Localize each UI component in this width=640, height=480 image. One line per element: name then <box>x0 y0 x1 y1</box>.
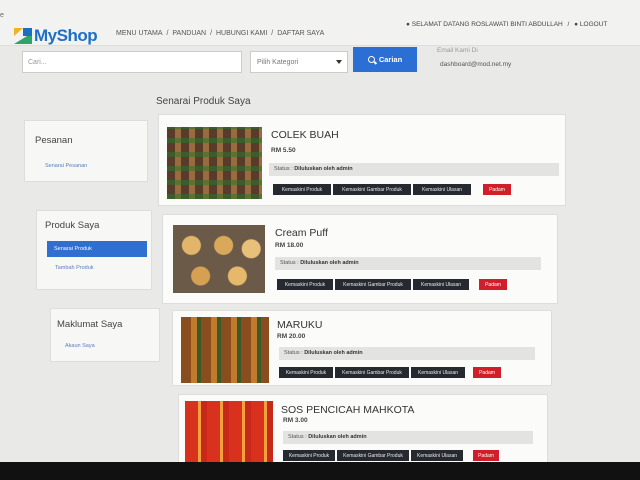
status-label: Status : <box>288 434 307 440</box>
nav-panduan[interactable]: PANDUAN <box>172 30 206 37</box>
status-value: Diluluskan oleh admin <box>308 434 367 440</box>
top-bar: e MyShop MENU UTAMA / PANDUAN / HUBUNGI … <box>0 0 640 46</box>
search-input[interactable]: Cari... <box>22 51 242 73</box>
edit-product-button[interactable]: Kemaskini Produk <box>277 279 333 290</box>
email-address[interactable]: dashboard@mod.net.my <box>440 61 511 68</box>
user-icon: ● <box>406 21 410 28</box>
logo-text: MyShop <box>34 26 98 45</box>
welcome-bar: ● SELAMAT DATANG ROSLAWATI BINTI ABDULLA… <box>406 21 607 28</box>
page-title: Senarai Produk Saya <box>156 96 251 107</box>
product-card: MARUKU RM 20.00 Status : Diluluskan oleh… <box>172 310 552 386</box>
nav-separator: / <box>271 30 274 37</box>
monitor-bezel <box>0 462 640 480</box>
delete-button[interactable]: Padam <box>479 279 507 290</box>
nav-separator: / <box>210 30 213 37</box>
logout-link[interactable]: LOGOUT <box>580 21 607 28</box>
edit-review-button[interactable]: Kemaskini Ulasan <box>413 279 469 290</box>
status-label: Status : <box>280 260 299 266</box>
product-status: Status : Diluluskan oleh admin <box>279 347 535 360</box>
sidebar-box-maklumat: Maklumat Saya Akaun Saya <box>50 308 160 362</box>
edit-image-button[interactable]: Kemaskini Gambar Produk <box>337 450 409 461</box>
product-status: Status : Diluluskan oleh admin <box>283 431 533 444</box>
logo[interactable]: MyShop <box>14 26 98 46</box>
sidebar-link-akaun-saya[interactable]: Akaun Saya <box>65 343 95 349</box>
product-image <box>173 225 265 293</box>
sidebar-box-produk: Produk Saya Senarai Produk Tambah Produk <box>36 210 152 290</box>
edit-image-button[interactable]: Kemaskini Gambar Produk <box>335 367 409 378</box>
edit-review-button[interactable]: Kemaskini Ulasan <box>413 184 471 195</box>
product-name: MARUKU <box>277 319 323 331</box>
product-card: SOS PENCICAH MAHKOTA RM 3.00 Status : Di… <box>178 394 548 462</box>
delete-button[interactable]: Padam <box>483 184 511 195</box>
category-select[interactable]: Pilih Kategori <box>250 51 348 73</box>
welcome-separator: / <box>567 21 570 28</box>
product-price: RM 5.50 <box>271 147 296 154</box>
product-name: SOS PENCICAH MAHKOTA <box>281 404 415 416</box>
corner-fragment: e <box>0 12 4 19</box>
sidebar-title-pesanan: Pesanan <box>35 135 73 146</box>
top-nav: MENU UTAMA / PANDUAN / HUBUNGI KAMI / DA… <box>116 30 326 37</box>
product-image <box>181 317 269 383</box>
nav-daftar-saya[interactable]: DAFTAR SAYA <box>277 30 324 37</box>
sidebar-title-maklumat: Maklumat Saya <box>57 319 123 330</box>
product-name: Cream Puff <box>275 227 328 239</box>
edit-product-button[interactable]: Kemaskini Produk <box>283 450 335 461</box>
product-price: RM 18.00 <box>275 242 304 249</box>
sidebar-link-senarai-pesanan[interactable]: Senarai Pesanan <box>45 163 87 169</box>
product-status: Status : Diluluskan oleh admin <box>275 257 541 270</box>
product-status: Status : Diluluskan oleh admin <box>269 163 559 176</box>
status-value: Diluluskan oleh admin <box>300 260 359 266</box>
status-label: Status : <box>274 166 293 172</box>
sidebar-link-tambah-produk[interactable]: Tambah Produk <box>55 265 94 271</box>
edit-review-button[interactable]: Kemaskini Ulasan <box>411 450 463 461</box>
edit-image-button[interactable]: Kemaskini Gambar Produk <box>335 279 411 290</box>
product-image <box>185 401 273 462</box>
edit-product-button[interactable]: Kemaskini Produk <box>273 184 331 195</box>
lock-icon: ● <box>574 21 579 28</box>
category-select-value: Pilih Kategori <box>257 59 299 66</box>
product-image <box>167 127 262 199</box>
sidebar-title-produk: Produk Saya <box>45 220 100 231</box>
product-name: COLEK BUAH <box>271 129 339 141</box>
edit-review-button[interactable]: Kemaskini Ulasan <box>411 367 465 378</box>
nav-hubungi-kami[interactable]: HUBUNGI KAMI <box>216 30 267 37</box>
email-label: Email Kami Di <box>437 47 478 54</box>
product-card: COLEK BUAH RM 5.50 Status : Diluluskan o… <box>158 114 566 206</box>
myshop-logo-icon <box>14 28 32 44</box>
product-price: RM 3.00 <box>283 417 308 424</box>
nav-menu-utama[interactable]: MENU UTAMA <box>116 30 163 37</box>
nav-separator: / <box>166 30 169 37</box>
search-button[interactable]: Carian <box>353 47 417 72</box>
edit-product-button[interactable]: Kemaskini Produk <box>279 367 333 378</box>
product-price: RM 20.00 <box>277 333 306 340</box>
delete-button[interactable]: Padam <box>473 367 501 378</box>
sidebar-link-senarai-produk[interactable]: Senarai Produk <box>47 241 147 257</box>
status-value: Diluluskan oleh admin <box>294 166 353 172</box>
screen: e MyShop MENU UTAMA / PANDUAN / HUBUNGI … <box>0 0 640 462</box>
edit-image-button[interactable]: Kemaskini Gambar Produk <box>333 184 411 195</box>
search-icon <box>367 56 375 63</box>
product-card: Cream Puff RM 18.00 Status : Diluluskan … <box>162 214 558 304</box>
welcome-text: SELAMAT DATANG ROSLAWATI BINTI ABDULLAH <box>411 21 563 28</box>
chevron-down-icon <box>336 60 342 64</box>
status-label: Status : <box>284 350 303 356</box>
status-value: Diluluskan oleh admin <box>304 350 363 356</box>
delete-button[interactable]: Padam <box>473 450 499 461</box>
sidebar-box-pesanan: Pesanan Senarai Pesanan <box>24 120 148 182</box>
search-button-label: Carian <box>378 55 403 64</box>
